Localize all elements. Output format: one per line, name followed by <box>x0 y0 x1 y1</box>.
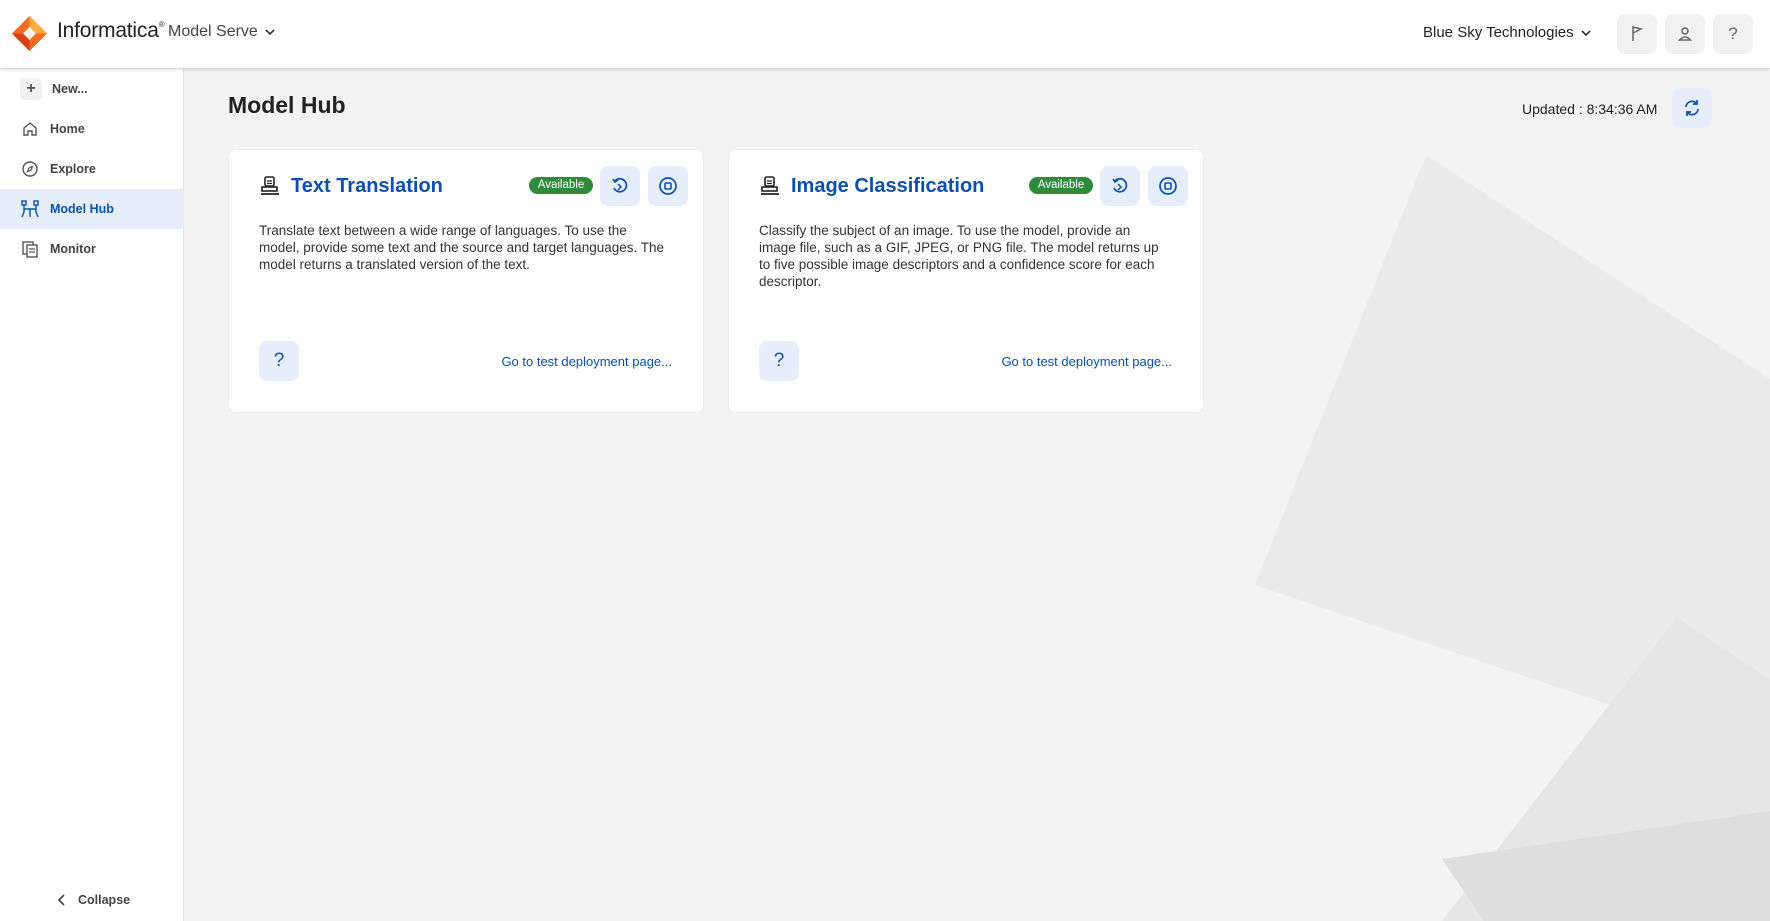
informatica-logo <box>12 16 47 51</box>
chevron-down-icon <box>265 29 275 36</box>
redeploy-button[interactable] <box>1100 166 1140 206</box>
redeploy-icon <box>612 177 628 193</box>
card-description: Translate text between a wide range of l… <box>259 223 665 272</box>
status-badge: Available <box>1029 177 1093 194</box>
card-title[interactable]: Text Translation <box>291 175 443 198</box>
product-label: Model Serve <box>168 23 258 40</box>
sidebar-item-label: Home <box>50 122 85 136</box>
top-bar: Informatica® Model Serve Blue Sky Techno… <box>0 0 1770 69</box>
redeploy-button[interactable] <box>600 166 640 206</box>
updated-timestamp: Updated : 8:34:36 AM <box>1522 101 1658 117</box>
monitor-icon <box>20 239 40 259</box>
sidebar-item-monitor[interactable]: Monitor <box>0 229 184 269</box>
sidebar-item-label: New... <box>52 82 88 96</box>
home-icon <box>20 119 40 139</box>
card-description: Classify the subject of an image. To use… <box>759 223 1159 289</box>
collapse-label: Collapse <box>78 893 131 907</box>
org-label: Blue Sky Technologies <box>1423 24 1574 41</box>
flag-icon <box>1632 26 1644 41</box>
sidebar: + New... Home Explore Model Hub Monitor … <box>0 69 184 921</box>
user-icon <box>1677 27 1693 41</box>
status-badge: Available <box>529 177 593 194</box>
sidebar-item-model-hub[interactable]: Model Hub <box>0 189 184 229</box>
model-hub-icon <box>20 199 40 219</box>
test-deployment-link[interactable]: Go to test deployment page... <box>501 354 672 369</box>
model-icon <box>261 176 279 195</box>
model-card-text-translation: Text Translation Available Translate tex… <box>228 149 704 413</box>
chevron-left-icon <box>57 894 65 906</box>
model-icon <box>761 176 779 195</box>
notifications-button[interactable] <box>1617 14 1657 54</box>
help-icon: ? <box>1728 24 1738 43</box>
sidebar-item-label: Monitor <box>50 242 96 256</box>
card-help-button[interactable]: ? <box>759 341 799 381</box>
redeploy-icon <box>1112 177 1128 193</box>
product-selector[interactable]: Model Serve <box>168 23 276 41</box>
refresh-button[interactable] <box>1672 88 1712 128</box>
collapse-button[interactable]: Collapse <box>56 893 130 907</box>
stop-icon <box>1159 177 1177 195</box>
sidebar-item-explore[interactable]: Explore <box>0 149 184 189</box>
sidebar-item-home[interactable]: Home <box>0 109 184 149</box>
page-title: Model Hub <box>228 92 346 118</box>
sidebar-item-label: Model Hub <box>50 202 114 216</box>
refresh-icon <box>1685 100 1699 116</box>
sidebar-item-new[interactable]: + New... <box>0 69 184 109</box>
org-selector[interactable]: Blue Sky Technologies <box>1423 24 1592 41</box>
stop-button[interactable] <box>1148 166 1188 206</box>
help-button[interactable]: ? <box>1713 14 1753 54</box>
stop-button[interactable] <box>648 166 688 206</box>
card-title[interactable]: Image Classification <box>791 175 984 198</box>
test-deployment-link[interactable]: Go to test deployment page... <box>1001 354 1172 369</box>
plus-icon: + <box>20 78 42 100</box>
card-help-button[interactable]: ? <box>259 341 299 381</box>
chevron-down-icon <box>1581 29 1591 36</box>
stop-icon <box>659 177 677 195</box>
model-card-image-classification: Image Classification Available Classify … <box>728 149 1204 413</box>
compass-icon <box>20 159 40 179</box>
brand-name: Informatica® <box>57 19 165 42</box>
user-button[interactable] <box>1665 14 1705 54</box>
sidebar-item-label: Explore <box>50 162 96 176</box>
